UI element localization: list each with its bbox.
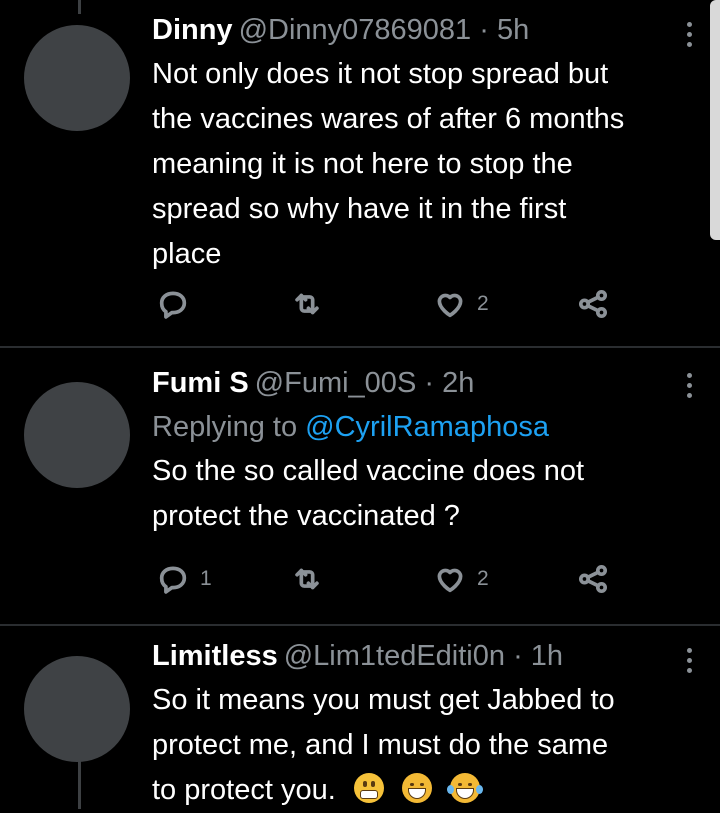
- reply-button[interactable]: [156, 287, 200, 321]
- timestamp[interactable]: 5h: [497, 14, 529, 46]
- tweet-header: Fumi S @Fumi_00S · 2h: [152, 365, 680, 401]
- like-count: 2: [477, 292, 489, 315]
- tweet-dinny[interactable]: Dinny @Dinny07869081 · 5h Not only does i…: [0, 0, 720, 347]
- display-name[interactable]: Limitless: [152, 640, 278, 672]
- tweet-text: Not only does it not stop spread but the…: [152, 52, 680, 277]
- retweet-icon: [295, 293, 319, 315]
- heart-icon: [437, 293, 463, 318]
- replying-to: Replying to @CyrilRamaphosa: [152, 407, 680, 447]
- like-count: 2: [477, 567, 489, 590]
- avatar[interactable]: [24, 656, 130, 762]
- tweet-limitless[interactable]: Limitless @Lim1tedEditi0n · 1h So it mean…: [0, 626, 720, 809]
- tweet-text-line: spread so why have it in the first: [152, 193, 567, 225]
- tweet-text-segment: to protect you.: [152, 774, 336, 806]
- share-icon: [578, 289, 608, 319]
- share-button[interactable]: [576, 287, 610, 321]
- share-icon: [578, 564, 608, 594]
- reply-button[interactable]: 1: [156, 562, 212, 596]
- more-vertical-icon[interactable]: [684, 22, 694, 47]
- share-button[interactable]: [576, 562, 610, 596]
- more-vertical-icon[interactable]: [684, 373, 694, 398]
- handle[interactable]: @Lim1tedEditi0n: [284, 640, 505, 672]
- tears-of-joy-emoji: [446, 773, 483, 803]
- tweet-text-line: the vaccines wares of after 6 months: [152, 103, 625, 135]
- avatar[interactable]: [24, 382, 130, 488]
- reply-icon: [159, 291, 187, 319]
- retweet-button[interactable]: [290, 287, 324, 321]
- tweet-text-line: protect the vaccinated ?: [152, 500, 460, 532]
- tweet-text: So the so called vaccine does not protec…: [152, 449, 680, 539]
- separator: ·: [424, 367, 435, 399]
- mention-link[interactable]: @CyrilRamaphosa: [305, 411, 549, 443]
- laughing-face-emoji: [401, 773, 432, 803]
- timestamp[interactable]: 2h: [442, 367, 474, 399]
- tweet-fumi[interactable]: Fumi S @Fumi_00S · 2h Replying to @CyrilR…: [0, 348, 720, 625]
- tweet-header: Limitless @Lim1tedEditi0n · 1h: [152, 638, 680, 674]
- retweet-button[interactable]: [290, 562, 324, 596]
- tweet-actions: 1 2: [152, 562, 622, 602]
- retweet-icon: [295, 568, 319, 590]
- tweet-text-line: place: [152, 238, 222, 270]
- like-button[interactable]: 2: [433, 562, 489, 596]
- heart-icon: [437, 568, 463, 593]
- display-name[interactable]: Dinny: [152, 14, 233, 46]
- like-button[interactable]: 2: [433, 287, 489, 321]
- handle[interactable]: @Fumi_00S: [255, 367, 417, 399]
- replying-to-label: Replying to: [152, 411, 298, 443]
- separator: ·: [513, 640, 523, 672]
- tweet-text-line: protect me, and I must do the same: [152, 729, 609, 761]
- separator: ·: [479, 14, 489, 46]
- avatar[interactable]: [24, 25, 130, 131]
- tweet-text-line: So it means you must get Jabbed to: [152, 684, 615, 716]
- reply-icon: [159, 566, 187, 594]
- tweet-text-line: Not only does it not stop spread but: [152, 58, 609, 90]
- tweet-header: Dinny @Dinny07869081 · 5h: [152, 12, 680, 48]
- tweet-text-line: to protect you.: [152, 768, 680, 813]
- grimacing-face-emoji: [353, 773, 384, 803]
- tweet-text: So it means you must get Jabbed to prote…: [152, 678, 680, 813]
- tweet-actions: 2: [152, 287, 622, 327]
- more-vertical-icon[interactable]: [684, 648, 694, 673]
- reply-count: 1: [200, 567, 212, 590]
- tweet-text-line: meaning it is not here to stop the: [152, 148, 573, 180]
- timestamp[interactable]: 1h: [531, 640, 563, 672]
- tweet-text-line: So the so called vaccine does not: [152, 455, 585, 487]
- handle[interactable]: @Dinny07869081: [239, 14, 472, 46]
- display-name[interactable]: Fumi S: [152, 367, 249, 399]
